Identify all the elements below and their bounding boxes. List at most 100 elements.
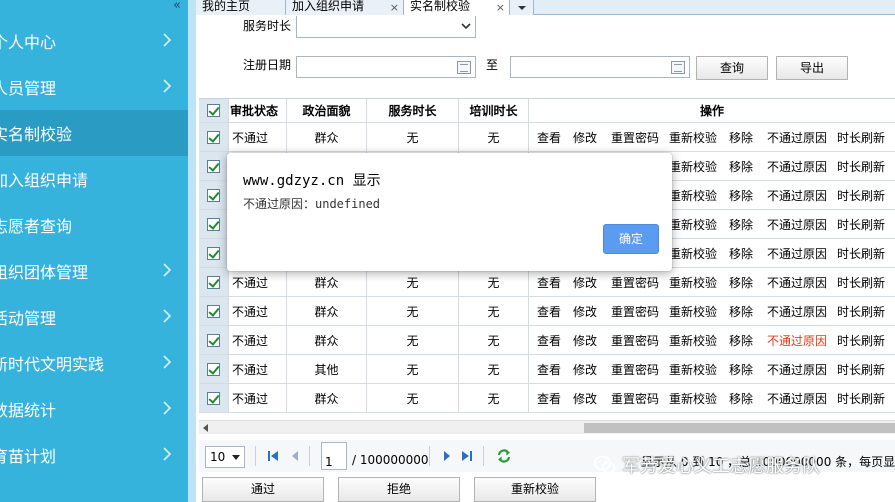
- sidebar-item[interactable]: 育苗计划: [0, 432, 188, 478]
- operation-link[interactable]: 移除: [729, 181, 753, 209]
- checkbox-icon[interactable]: [207, 275, 220, 289]
- operation-link[interactable]: 重新校验: [669, 326, 717, 354]
- row-checkbox-cell[interactable]: [199, 384, 229, 412]
- operation-link[interactable]: 查看: [537, 355, 561, 383]
- checkbox-icon[interactable]: [207, 217, 220, 231]
- sidebar-item[interactable]: 人员管理: [0, 64, 188, 110]
- sidebar-item[interactable]: 个人中心: [0, 18, 188, 64]
- checkbox-icon[interactable]: [207, 159, 220, 173]
- sidebar-item[interactable]: 活动管理: [0, 294, 188, 340]
- operation-link[interactable]: 移除: [729, 152, 753, 180]
- operation-link[interactable]: 时长刷新: [837, 326, 885, 354]
- sidebar-item[interactable]: 新时代文明实践: [0, 340, 188, 386]
- operation-link[interactable]: 重新校验: [669, 268, 717, 296]
- operation-link[interactable]: 重新校验: [669, 152, 717, 180]
- row-checkbox-cell[interactable]: [199, 152, 229, 180]
- reject-button[interactable]: 拒绝: [338, 477, 460, 502]
- refresh-icon[interactable]: [496, 448, 512, 464]
- operation-link[interactable]: 时长刷新: [837, 297, 885, 325]
- operation-link[interactable]: 不通过原因: [767, 239, 827, 267]
- operation-link[interactable]: 查看: [537, 268, 561, 296]
- page-size-select[interactable]: 10: [205, 446, 245, 468]
- row-checkbox-cell[interactable]: [199, 355, 229, 383]
- operation-link[interactable]: 重新校验: [669, 181, 717, 209]
- operation-link[interactable]: 重新校验: [669, 384, 717, 412]
- operation-link[interactable]: 修改: [573, 123, 597, 151]
- operation-link[interactable]: 修改: [573, 326, 597, 354]
- operation-link[interactable]: 查看: [537, 384, 561, 412]
- operation-link[interactable]: 不通过原因: [767, 181, 827, 209]
- column-header[interactable]: 服务时长: [367, 99, 459, 122]
- operation-link[interactable]: 重置密码: [611, 268, 659, 296]
- operation-link[interactable]: 不通过原因: [767, 268, 827, 296]
- operation-link[interactable]: 修改: [573, 268, 597, 296]
- operation-link[interactable]: 不通过原因: [767, 384, 827, 412]
- table-row[interactable]: 不通过 群众无无查看 修改 重置密码 重新校验 移除 不通过原因 时长刷新: [199, 384, 895, 413]
- operation-link[interactable]: 时长刷新: [837, 152, 885, 180]
- operation-link[interactable]: 移除: [729, 239, 753, 267]
- tab-join-org[interactable]: 加入组织申请 ×: [286, 0, 404, 15]
- operation-link[interactable]: 查看: [537, 326, 561, 354]
- operation-link[interactable]: 时长刷新: [837, 268, 885, 296]
- last-page-icon[interactable]: [461, 450, 473, 462]
- row-checkbox-cell[interactable]: [199, 268, 229, 296]
- operation-link[interactable]: 不通过原因: [767, 355, 827, 383]
- operation-link[interactable]: 重新校验: [669, 355, 717, 383]
- operation-link[interactable]: 移除: [729, 123, 753, 151]
- operation-link[interactable]: 重置密码: [611, 123, 659, 151]
- operation-link[interactable]: 修改: [573, 297, 597, 325]
- reg-date-to-input[interactable]: [510, 56, 690, 78]
- collapse-icon[interactable]: «: [168, 0, 186, 12]
- operation-link[interactable]: 重置密码: [611, 297, 659, 325]
- checkbox-icon[interactable]: [207, 188, 220, 202]
- sidebar-item[interactable]: 志愿者查询: [0, 202, 188, 248]
- tab-dropdown-button[interactable]: [510, 0, 534, 15]
- operation-link[interactable]: 重新校验: [669, 210, 717, 238]
- reg-date-from-input[interactable]: [296, 56, 476, 78]
- scrollbar-thumb[interactable]: [584, 423, 895, 433]
- table-row[interactable]: 不通过 群众无无查看 修改 重置密码 重新校验 移除 不通过原因 时长刷新: [199, 123, 895, 152]
- close-icon[interactable]: ×: [390, 1, 399, 14]
- checkbox-icon[interactable]: [207, 333, 220, 347]
- approve-button[interactable]: 通过: [202, 477, 324, 502]
- recheck-button[interactable]: 重新校验: [474, 477, 596, 502]
- sidebar-item[interactable]: 数据统计: [0, 386, 188, 432]
- column-header[interactable]: 培训时长: [459, 99, 529, 122]
- operation-link[interactable]: 时长刷新: [837, 181, 885, 209]
- table-row[interactable]: 不通过 其他无无查看 修改 重置密码 重新校验 移除 不通过原因 时长刷新: [199, 355, 895, 384]
- operation-link[interactable]: 移除: [729, 268, 753, 296]
- row-checkbox-cell[interactable]: [199, 210, 229, 238]
- next-page-icon[interactable]: [441, 450, 453, 462]
- query-button[interactable]: 查询: [696, 56, 768, 80]
- column-header[interactable]: 政治面貌: [287, 99, 367, 122]
- export-button[interactable]: 导出: [776, 56, 848, 80]
- sidebar-item[interactable]: 组织团体管理: [0, 248, 188, 294]
- tab-home[interactable]: 我的主页: [196, 0, 286, 15]
- operation-link[interactable]: 时长刷新: [837, 355, 885, 383]
- operation-link[interactable]: 不通过原因: [767, 210, 827, 238]
- sidebar-item[interactable]: 实名制校验: [0, 110, 188, 156]
- service-hours-select[interactable]: [296, 16, 476, 38]
- prev-page-icon[interactable]: [289, 450, 301, 462]
- operation-link[interactable]: 查看: [537, 297, 561, 325]
- calendar-icon[interactable]: [457, 61, 471, 74]
- header-select-all-cell[interactable]: [199, 99, 229, 122]
- column-header[interactable]: 审批状态: [229, 99, 287, 122]
- table-row[interactable]: 不通过 群众无无查看 修改 重置密码 重新校验 移除 不通过原因 时长刷新: [199, 326, 895, 355]
- row-checkbox-cell[interactable]: [199, 123, 229, 151]
- operation-link[interactable]: 修改: [573, 384, 597, 412]
- row-checkbox-cell[interactable]: [199, 297, 229, 325]
- close-icon[interactable]: ×: [496, 1, 505, 14]
- table-row[interactable]: 不通过 群众无无查看 修改 重置密码 重新校验 移除 不通过原因 时长刷新: [199, 297, 895, 326]
- row-checkbox-cell[interactable]: [199, 239, 229, 267]
- operation-link[interactable]: 查看: [537, 123, 561, 151]
- operation-link[interactable]: 移除: [729, 297, 753, 325]
- operation-link[interactable]: 时长刷新: [837, 210, 885, 238]
- checkbox-icon[interactable]: [207, 391, 220, 405]
- operation-link[interactable]: 不通过原因: [767, 326, 827, 354]
- scroll-left-icon[interactable]: [203, 424, 208, 432]
- operation-link[interactable]: 移除: [729, 355, 753, 383]
- checkbox-icon[interactable]: [207, 304, 220, 318]
- operation-link[interactable]: 不通过原因: [767, 297, 827, 325]
- operation-link[interactable]: 重新校验: [669, 239, 717, 267]
